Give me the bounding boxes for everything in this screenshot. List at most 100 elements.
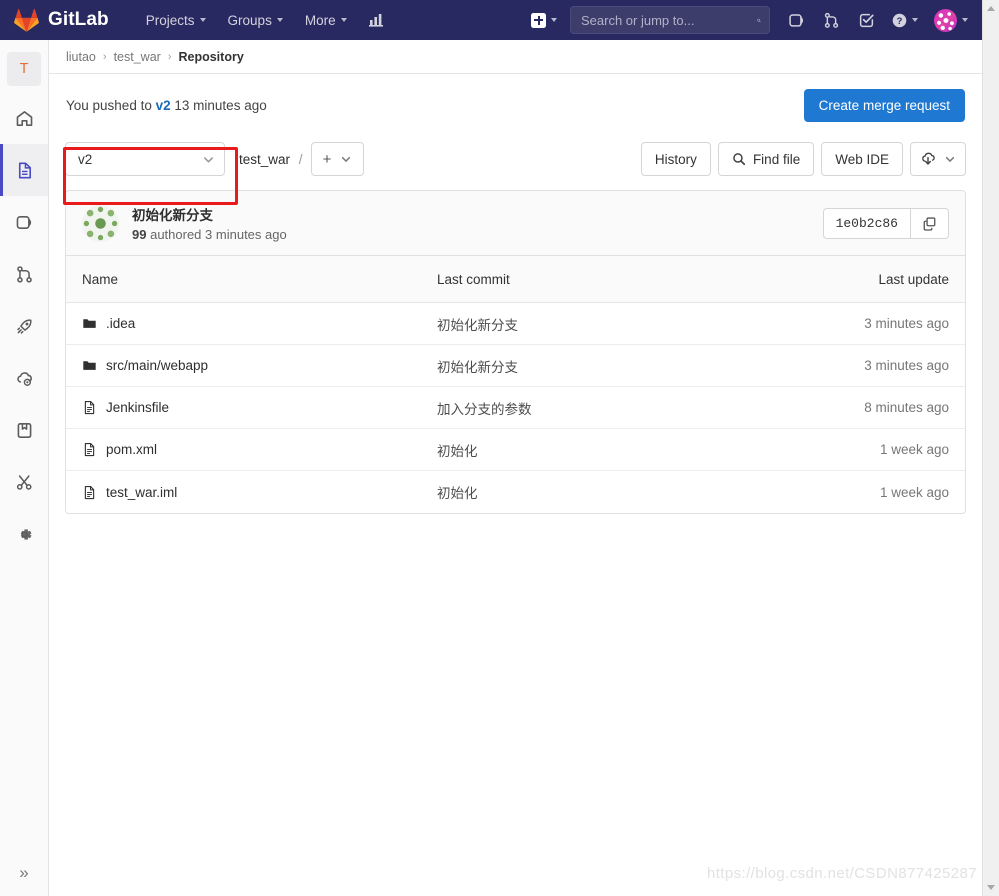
push-notice-time: 13 minutes ago	[174, 97, 267, 113]
sidebar-item-operations[interactable]	[0, 352, 48, 404]
gitlab-logo[interactable]: GitLab	[14, 8, 109, 32]
find-file-button[interactable]: Find file	[717, 142, 815, 176]
chevron-up-icon	[987, 6, 995, 11]
todo-checkbox-icon	[859, 13, 874, 27]
file-last-update: 3 minutes ago	[864, 316, 949, 331]
create-new-button[interactable]	[524, 6, 564, 35]
chevron-down-icon	[199, 18, 206, 22]
issues-button[interactable]	[780, 5, 813, 36]
commit-authored-label: authored	[150, 227, 202, 242]
top-navigation-bar: GitLab Projects Groups More Search or ju…	[0, 0, 982, 40]
file-name[interactable]: test_war.iml	[106, 485, 177, 500]
history-button[interactable]: History	[640, 142, 711, 176]
file-last-update: 1 week ago	[879, 442, 949, 457]
file-last-commit[interactable]: 初始化新分支	[437, 314, 789, 334]
toolbar-right-group: History Find file Web IDE	[640, 142, 966, 176]
add-to-tree-label: +	[322, 150, 332, 168]
file-name-cell: pom.xml	[82, 442, 437, 457]
sidebar-item-issues[interactable]	[0, 196, 48, 248]
breadcrumb-project[interactable]: test_war	[114, 50, 161, 64]
merge-requests-button[interactable]	[815, 5, 848, 36]
sidebar-item-project-overview[interactable]	[0, 92, 48, 144]
file-icon	[84, 400, 95, 415]
sidebar-project-avatar[interactable]: T	[7, 52, 41, 86]
sidebar-item-snippets[interactable]	[0, 456, 48, 508]
breadcrumb-namespace[interactable]: liutao	[66, 50, 96, 64]
branch-selector[interactable]: v2	[65, 142, 225, 176]
chart-icon	[368, 14, 383, 27]
project-sidebar: T »	[0, 40, 49, 896]
sidebar-item-repository[interactable]	[0, 144, 48, 196]
chevron-down-icon	[203, 156, 214, 163]
nav-groups-label: Groups	[227, 12, 272, 28]
scrollbar-down-arrow[interactable]	[983, 879, 999, 896]
nav-projects-label: Projects	[145, 12, 195, 28]
table-row[interactable]: test_war.iml 初始化 1 week ago	[66, 471, 965, 513]
home-icon	[16, 110, 32, 126]
file-name-cell: src/main/webapp	[82, 358, 437, 373]
commit-title[interactable]: 初始化新分支	[132, 204, 287, 224]
document-icon	[18, 161, 31, 179]
table-row[interactable]: src/main/webapp 初始化新分支 3 minutes ago	[66, 345, 965, 387]
repository-path-root[interactable]: test_war	[239, 152, 290, 167]
web-ide-button[interactable]: Web IDE	[821, 142, 903, 176]
repository-path: test_war /	[239, 152, 309, 167]
commit-author[interactable]: 99	[132, 227, 146, 242]
file-name[interactable]: Jenkinsfile	[106, 400, 169, 415]
nav-analytics-button[interactable]	[358, 3, 394, 37]
table-row[interactable]: pom.xml 初始化 1 week ago	[66, 429, 965, 471]
file-last-commit[interactable]: 初始化新分支	[437, 356, 789, 376]
nav-more[interactable]: More	[294, 4, 358, 37]
gear-icon	[20, 528, 32, 540]
add-to-tree-button[interactable]: +	[310, 142, 365, 176]
gitlab-tanuki-icon	[14, 8, 39, 32]
last-commit-card: 初始化新分支 99 authored 3 minutes ago 1e0b2c8…	[65, 190, 966, 256]
file-last-update: 8 minutes ago	[864, 400, 949, 415]
push-notice-branch-link[interactable]: v2	[156, 98, 171, 113]
column-header-last-commit: Last commit	[437, 271, 510, 287]
search-input[interactable]	[581, 12, 757, 28]
table-row[interactable]: Jenkinsfile 加入分支的参数 8 minutes ago	[66, 387, 965, 429]
file-last-update: 1 week ago	[879, 484, 949, 500]
page-scrollbar[interactable]	[982, 0, 999, 896]
file-name[interactable]: .idea	[106, 316, 135, 331]
sidebar-item-ci-cd[interactable]	[0, 300, 48, 352]
todos-button[interactable]	[850, 5, 883, 36]
file-icon	[84, 485, 95, 499]
breadcrumb-separator: ›	[102, 50, 107, 63]
search-icon	[733, 153, 746, 166]
cloud-gear-icon	[16, 371, 32, 386]
sidebar-project-avatar-wrap: T	[0, 40, 48, 92]
breadcrumb: liutao › test_war › Repository	[49, 40, 982, 74]
gitlab-repository-page: GitLab Projects Groups More Search or ju…	[0, 0, 999, 896]
sidebar-item-settings[interactable]	[0, 508, 48, 560]
scrollbar-up-arrow[interactable]	[983, 0, 999, 17]
push-notice-bar: You pushed to v2 13 minutes ago Create m…	[65, 74, 966, 136]
global-search-box[interactable]	[570, 6, 770, 34]
chevron-down-icon	[340, 18, 347, 22]
scissors-icon	[16, 474, 32, 490]
sidebar-item-merge-requests[interactable]	[0, 248, 48, 300]
file-name[interactable]: pom.xml	[106, 442, 157, 457]
breadcrumb-current[interactable]: Repository	[178, 50, 243, 64]
chevron-down-icon	[912, 18, 918, 22]
copy-sha-button[interactable]	[910, 207, 949, 239]
file-last-commit[interactable]: 初始化	[437, 482, 789, 502]
gitlab-wordmark: GitLab	[48, 9, 109, 30]
file-last-commit[interactable]: 初始化	[437, 440, 789, 460]
commit-sha[interactable]: 1e0b2c86	[822, 207, 910, 239]
sidebar-collapse-toggle[interactable]: »	[0, 850, 48, 896]
table-row[interactable]: .idea 初始化新分支 3 minutes ago	[66, 303, 965, 345]
nav-groups[interactable]: Groups	[217, 4, 294, 37]
user-menu-button[interactable]	[926, 4, 972, 37]
file-last-commit[interactable]: 加入分支的参数	[437, 398, 789, 418]
create-merge-request-button[interactable]: Create merge request	[803, 88, 965, 122]
clone-download-button[interactable]	[910, 142, 966, 176]
sidebar-item-packages[interactable]	[0, 404, 48, 456]
help-button[interactable]: ?	[885, 5, 924, 36]
file-name[interactable]: src/main/webapp	[106, 358, 208, 373]
file-tree-table: Name Last commit Last update .idea 初始化新分…	[65, 256, 966, 514]
issues-icon	[789, 13, 803, 27]
commit-byline: 99 authored 3 minutes ago	[132, 227, 287, 242]
nav-projects[interactable]: Projects	[135, 4, 217, 37]
